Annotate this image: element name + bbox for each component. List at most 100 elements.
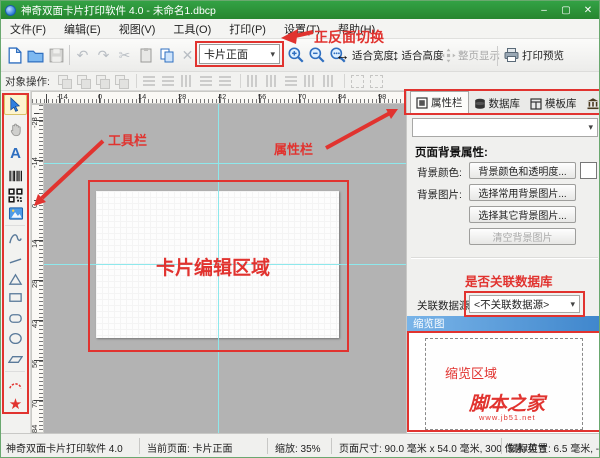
- fit-height-button[interactable]: ↕ 适合高度: [392, 43, 444, 67]
- parallelogram-tool[interactable]: [4, 349, 27, 370]
- align-middle-icon[interactable]: [198, 74, 215, 88]
- thumbnail-preview[interactable]: 缩览区域 脚本之家 www.jb51.net: [407, 331, 600, 433]
- redo-button[interactable]: ↷: [93, 43, 114, 67]
- menu-tools[interactable]: 工具(O): [164, 19, 220, 39]
- annotation-preview-area-label: 缩览区域: [445, 363, 497, 382]
- menu-print[interactable]: 打印(P): [220, 19, 275, 39]
- ungroup-icon[interactable]: [75, 74, 92, 88]
- thumbnail-header-label: 缩览图: [413, 316, 445, 331]
- align-top-icon[interactable]: [179, 74, 196, 88]
- paste-icon: [138, 47, 154, 63]
- bring-front-icon[interactable]: [94, 74, 111, 88]
- ruler-label: 28: [178, 92, 186, 101]
- bg-color-swatch[interactable]: [580, 162, 597, 179]
- arc-icon: [8, 377, 23, 392]
- rounded-rectangle-tool[interactable]: [4, 308, 27, 329]
- menu-settings[interactable]: 设置(T): [275, 19, 329, 39]
- new-file-button[interactable]: [4, 43, 25, 67]
- divider: [411, 257, 598, 258]
- choose-common-bg-button[interactable]: 选择常用背景图片...: [469, 184, 576, 201]
- pan-tool[interactable]: [4, 119, 27, 140]
- tool-palette: A ★: [1, 91, 31, 433]
- line-tool[interactable]: [4, 250, 27, 271]
- title-bar: 神奇双面卡片打印软件 4.0 - 未命名1.dbcp – ▢ ✕: [1, 1, 600, 19]
- card-face-selector[interactable]: 卡片正面 ▾: [199, 44, 280, 64]
- resize-icon[interactable]: [368, 74, 385, 88]
- card-page[interactable]: [96, 191, 339, 338]
- distribute-v-icon[interactable]: [283, 74, 300, 88]
- choose-other-bg-button[interactable]: 选择其它背景图片...: [469, 206, 576, 223]
- fit-width-button[interactable]: ↔ 适合宽度: [335, 43, 394, 67]
- status-current-page: 当前页面: 卡片正面: [147, 440, 233, 455]
- card-canvas[interactable]: [44, 104, 406, 433]
- same-height-icon[interactable]: [321, 74, 338, 88]
- save-button[interactable]: [46, 43, 67, 67]
- paste-button[interactable]: [135, 43, 156, 67]
- zoom-out-icon: [308, 46, 326, 64]
- maximize-button[interactable]: ▢: [555, 1, 577, 19]
- align-center-icon[interactable]: [160, 74, 177, 88]
- same-width-icon[interactable]: [302, 74, 319, 88]
- properties-panel: 属性栏 数据库 模板库 素材网 ▾ 页面背景属性: 背景颜色: 背景颜色和透明度…: [406, 91, 600, 433]
- datasource-dropdown[interactable]: <不关联数据源> ▾: [469, 295, 580, 313]
- ruler-label: 14: [30, 240, 39, 248]
- tab-database[interactable]: 数据库: [469, 93, 526, 114]
- print-preview-button[interactable]: 打印预览: [503, 43, 564, 67]
- tab-properties[interactable]: 属性栏: [410, 91, 469, 114]
- close-button[interactable]: ✕: [577, 1, 599, 19]
- object-selector-dropdown[interactable]: ▾: [412, 118, 598, 137]
- tab-label: 数据库: [489, 96, 521, 111]
- print-preview-label: 打印预览: [522, 48, 564, 63]
- undo-button[interactable]: ↶: [72, 43, 93, 67]
- duplicate-icon: [159, 47, 175, 63]
- distribute-h-icon[interactable]: [264, 74, 281, 88]
- align-right-icon[interactable]: [217, 74, 234, 88]
- zoom-out-button[interactable]: [306, 43, 327, 67]
- star-tool[interactable]: ★: [4, 393, 27, 414]
- menu-edit[interactable]: 编辑(E): [55, 19, 110, 39]
- object-ops-label: 对象操作:: [5, 74, 50, 89]
- horizontal-ruler: -14 0 14 28 42 56 70 84 98: [31, 91, 406, 104]
- open-file-button[interactable]: [25, 43, 46, 67]
- main-toolbar: ↶ ↷ ✂ ✕ 卡片正面 ▾ ↔ 适合宽度 ↕ 适合高度 整页显示: [1, 39, 600, 72]
- bg-color-button[interactable]: 背景颜色和透明度...: [469, 162, 576, 179]
- menu-file[interactable]: 文件(F): [1, 19, 55, 39]
- cut-button[interactable]: ✂: [114, 43, 135, 67]
- select-tool[interactable]: [4, 94, 27, 115]
- full-page-button[interactable]: 整页显示: [441, 43, 500, 67]
- ruler-label: 0: [98, 92, 102, 101]
- group-icon[interactable]: [56, 74, 73, 88]
- send-back-icon[interactable]: [113, 74, 130, 88]
- barcode-icon: [8, 169, 23, 183]
- curve-tool[interactable]: [4, 228, 27, 249]
- image-tool[interactable]: [4, 203, 27, 224]
- duplicate-button[interactable]: [156, 43, 177, 67]
- ruler-label: 70: [298, 92, 306, 101]
- minimize-button[interactable]: –: [533, 1, 555, 19]
- same-size-icon[interactable]: [349, 74, 366, 88]
- ellipse-tool[interactable]: [4, 328, 27, 349]
- tab-label: 模板库: [545, 96, 577, 111]
- full-page-icon: [441, 48, 456, 63]
- datasource-value: <不关联数据源>: [474, 297, 549, 312]
- align-bottom-icon[interactable]: [245, 74, 262, 88]
- menu-view[interactable]: 视图(V): [110, 19, 165, 39]
- delete-button[interactable]: ✕: [177, 43, 198, 67]
- zoom-in-button[interactable]: [285, 43, 306, 67]
- tab-templates[interactable]: 模板库: [525, 93, 582, 114]
- fit-height-icon: ↕: [392, 47, 400, 64]
- clear-bg-button[interactable]: 清空背景图片: [469, 228, 576, 245]
- rectangle-tool[interactable]: [4, 287, 27, 308]
- tab-materials[interactable]: 素材网: [582, 93, 600, 114]
- annotation-db-question: 是否关联数据库: [465, 271, 553, 290]
- ellipse-icon: [8, 331, 23, 346]
- menu-help[interactable]: 帮助(H): [329, 19, 384, 39]
- align-left-icon[interactable]: [141, 74, 158, 88]
- barcode-tool[interactable]: [4, 165, 27, 186]
- ruler-label: -28: [30, 117, 39, 128]
- ruler-label: 84: [338, 92, 346, 101]
- text-tool[interactable]: A: [4, 143, 27, 164]
- arc-tool[interactable]: [4, 374, 27, 395]
- bank-icon: [587, 98, 599, 110]
- watermark-text: 脚本之家: [469, 389, 545, 416]
